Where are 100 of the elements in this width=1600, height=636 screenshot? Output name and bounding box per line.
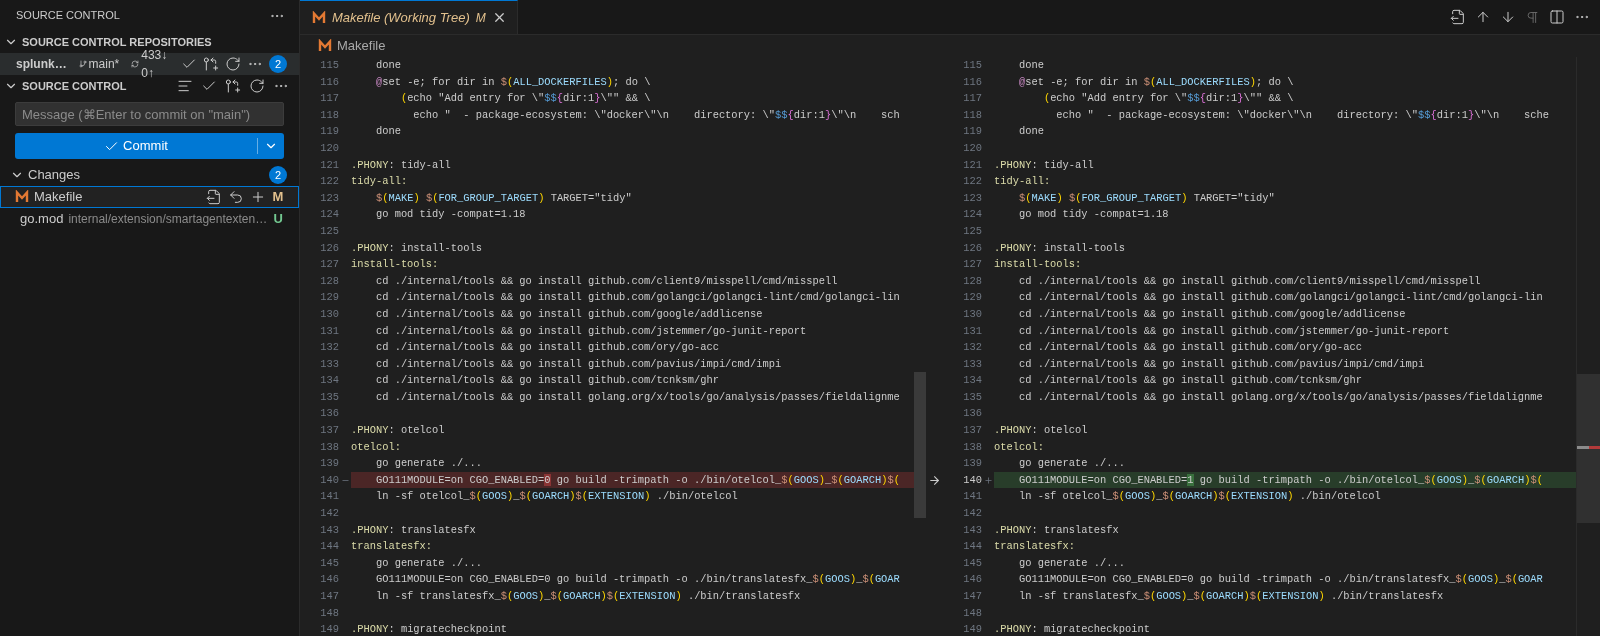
tab-title: Makefile (Working Tree) — [332, 8, 470, 27]
commit-button[interactable]: Commit — [15, 133, 284, 159]
line-number: 127 — [962, 257, 982, 273]
code-line: GO111MODULE=on CGO_ENABLED=0 go build -trimpath -o ./bin/translatesfx_$(GOOS)_$(GOAR — [374, 572, 901, 588]
file-row[interactable]: Makefile M — [0, 186, 299, 208]
code-line: (echo "Add entry for \"$${dir:1}\"" && \ — [399, 91, 652, 107]
line-number: 119 — [962, 124, 982, 140]
code-line: translatesfx: — [351, 539, 434, 555]
sync-icon — [131, 58, 140, 70]
code-line: cd ./internal/tools && go install github.com/tcnksm/ghr — [374, 373, 720, 389]
code-line: .PHONY: install-tools — [994, 240, 1126, 256]
count-badge: 2 — [269, 55, 287, 73]
plus-icon — [983, 475, 993, 485]
code-line: go mod tidy -compat=1.18 — [1017, 207, 1170, 223]
line-number: 127 — [319, 257, 339, 273]
section-title[interactable]: SOURCE CONTROL — [22, 77, 127, 95]
code-line: cd ./internal/tools && go install github.com/ory/go-acc — [374, 340, 720, 356]
line-number: 139 — [319, 456, 339, 472]
breadcrumb-item[interactable]: Makefile — [337, 36, 386, 56]
line-number: 143 — [962, 522, 982, 538]
refresh-icon[interactable] — [225, 56, 241, 72]
line-number: 142 — [962, 506, 982, 522]
line-number: 141 — [962, 489, 982, 505]
branch-arrow-icon[interactable] — [203, 56, 219, 72]
line-number: 134 — [319, 373, 339, 389]
makefile-icon — [15, 190, 29, 204]
line-number: 135 — [319, 389, 339, 405]
code-line: cd ./internal/tools && go install github.com/google/addlicense — [1017, 306, 1407, 322]
line-number: 116 — [319, 74, 339, 90]
line-number: 126 — [962, 240, 982, 256]
code-line: cd ./internal/tools && go install github.com/tcnksm/ghr — [1017, 373, 1363, 389]
file-name: Makefile — [34, 188, 83, 207]
line-number: 118 — [319, 107, 339, 123]
code-line: .PHONY: install-tools — [351, 240, 483, 256]
message-field[interactable]: Message (⌘Enter to commit on "main") — [15, 102, 284, 126]
makefile-icon — [312, 10, 326, 25]
line-number: 129 — [319, 290, 339, 306]
line-number: 149 — [319, 622, 339, 636]
revert-arrow-icon[interactable] — [928, 474, 941, 487]
line-number: 143 — [319, 522, 339, 538]
commit-label[interactable]: Commit — [123, 136, 168, 156]
line-number: 130 — [319, 306, 339, 322]
line-number: 121 — [962, 157, 982, 173]
line-number: 135 — [962, 389, 982, 405]
code-line: done — [1017, 58, 1045, 73]
list-icon[interactable] — [177, 78, 193, 94]
scrollbar-thumb[interactable] — [914, 372, 926, 518]
pilcrow-icon[interactable] — [1525, 9, 1540, 25]
open-file-icon[interactable] — [206, 189, 222, 205]
editor-tab[interactable]: Makefile (Working Tree) M — [300, 0, 518, 34]
line-number: 138 — [962, 439, 982, 455]
plus-icon[interactable] — [250, 189, 266, 205]
line-number: 146 — [319, 572, 339, 588]
code-line: done — [374, 124, 402, 140]
code-line: go generate ./... — [374, 456, 483, 472]
code-line: done — [1017, 124, 1045, 140]
file-status: U — [272, 210, 284, 229]
line-number: 122 — [962, 174, 982, 190]
file-status: M — [272, 188, 284, 207]
line-number: 118 — [962, 107, 982, 123]
code-line: tidy-all: — [351, 174, 409, 190]
code-line: .PHONY: translatesfx — [994, 522, 1120, 538]
sidebar-title: SOURCE CONTROL — [16, 8, 120, 24]
code-line: cd ./internal/tools && go install github.com/pavius/impi/cmd/impi — [374, 356, 783, 372]
line-number: 137 — [962, 423, 982, 439]
line-number: 140 — [319, 472, 339, 488]
repository-name: splunk… — [16, 56, 67, 73]
code-line: echo " - package-ecosystem: \"docker\"\n directory: \"$${dir:1}\"\n sche — [1055, 107, 1550, 123]
code-line: echo " - package-ecosystem: \"docker\"\n directory: \"$${dir:1}\"\n sch — [412, 107, 901, 123]
refresh-icon[interactable] — [249, 78, 265, 94]
changes-label[interactable]: Changes — [28, 165, 81, 185]
code-line: cd ./internal/tools && go install github.com/ory/go-acc — [1017, 340, 1363, 356]
line-number: 137 — [319, 423, 339, 439]
code-line: done — [374, 58, 402, 73]
branch-arrow-icon[interactable] — [225, 78, 241, 94]
line-number: 124 — [319, 207, 339, 223]
code-line: otelcol: — [994, 439, 1045, 455]
line-number: 147 — [319, 589, 339, 604]
line-number: 139 — [962, 456, 982, 472]
code-line: @set -e; for dir in $(ALL_DOCKERFILES); do \ — [1017, 74, 1295, 90]
discard-icon[interactable] — [228, 189, 244, 205]
file-row[interactable]: go.mod internal/extension/smartagentexten… U — [0, 208, 299, 230]
open-file-icon[interactable] — [1450, 9, 1466, 25]
line-number: 149 — [962, 622, 982, 636]
line-number: 136 — [962, 406, 982, 422]
code-line: ln -sf translatesfx_$(GOOS)_$(GOARCH)$(EXTENSION) ./bin/translatesfx — [1017, 589, 1445, 604]
branch-name[interactable]: main* — [88, 55, 120, 73]
file-path: internal/extension/smartagentexten… — [68, 211, 268, 228]
code-line: .PHONY: migratecheckpoint — [351, 622, 508, 636]
code-line: cd ./internal/tools && go install github.com/golangci/golangci-lint/cmd/golangci-lin — [374, 290, 901, 306]
code-line: go generate ./... — [1017, 456, 1126, 472]
code-line: go generate ./... — [374, 555, 483, 571]
line-number: 145 — [962, 555, 982, 571]
code-line: .PHONY: tidy-all — [351, 157, 452, 173]
split-editor-icon[interactable] — [1549, 9, 1565, 25]
line-number: 128 — [962, 273, 982, 289]
code-line: cd ./internal/tools && go install golang.org/x/tools/go/analysis/passes/fieldalignme — [1017, 389, 1544, 405]
line-number: 142 — [319, 506, 339, 522]
line-number: 123 — [962, 190, 982, 206]
code-line: (echo "Add entry for \"$${dir:1}\"" && \ — [1042, 91, 1295, 107]
